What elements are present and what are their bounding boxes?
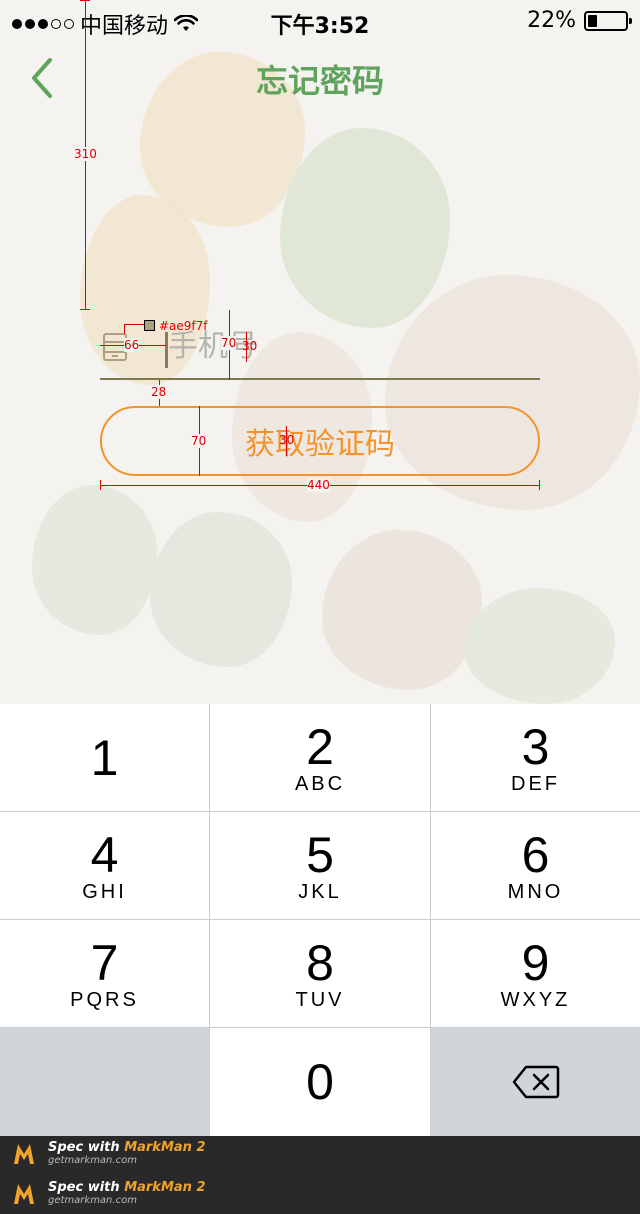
- markman-site: getmarkman.com: [48, 1155, 137, 1166]
- status-right: 22%: [527, 8, 632, 33]
- annotation-underline-gap: 28: [151, 385, 167, 399]
- delete-key[interactable]: [431, 1028, 640, 1136]
- annotation-button-height: 70: [191, 434, 207, 448]
- key-4[interactable]: 4 GHI: [0, 812, 209, 919]
- key-8[interactable]: 8 TUV: [210, 920, 430, 1027]
- markman-brand: MarkMan 2: [124, 1140, 206, 1155]
- annotation-text-size: 30: [242, 339, 258, 353]
- annotation-top-margin: 310: [74, 147, 97, 161]
- markman-badge: Spec with MarkMan 2 getmarkman.com: [12, 1140, 206, 1166]
- key-7[interactable]: 7 PQRS: [0, 920, 209, 1027]
- key-1[interactable]: 1: [0, 704, 209, 811]
- bg-blob: [150, 512, 292, 667]
- markman-brand: MarkMan 2: [124, 1180, 206, 1195]
- battery-percent: 22%: [527, 8, 576, 33]
- markman-logo-icon: [14, 1184, 34, 1204]
- bg-blob: [280, 128, 450, 328]
- key-3[interactable]: 3 DEF: [431, 704, 640, 811]
- bg-blob: [465, 588, 615, 704]
- key-0[interactable]: 0: [210, 1028, 430, 1136]
- nav-bar: 忘记密码: [0, 40, 640, 128]
- annotation-row-height: 70: [221, 336, 237, 350]
- key-2[interactable]: 2 ABC: [210, 704, 430, 811]
- battery-icon: [584, 10, 632, 31]
- status-bar: 中国移动 下午3:52 22%: [0, 0, 640, 40]
- markman-badge: Spec with MarkMan 2 getmarkman.com: [12, 1180, 206, 1206]
- markman-prefix: Spec with: [48, 1180, 125, 1195]
- markman-watermark: Spec with MarkMan 2 getmarkman.com Spec …: [0, 1136, 640, 1214]
- bg-blob: [32, 485, 157, 635]
- annotation-color-swatch: [144, 320, 155, 331]
- page-title: 忘记密码: [255, 62, 384, 100]
- key-9[interactable]: 9 WXYZ: [431, 920, 640, 1027]
- key-6[interactable]: 6 MNO: [431, 812, 640, 919]
- backspace-icon: [512, 1065, 559, 1099]
- markman-prefix: Spec with: [48, 1140, 125, 1155]
- text-cursor: [165, 332, 168, 368]
- annotation-color-code: #ae9f7f: [159, 319, 208, 333]
- markman-logo-icon: [14, 1144, 34, 1164]
- bg-blob: [322, 530, 482, 690]
- phone-underline: [100, 378, 540, 380]
- annotation-icon-gap: 66: [124, 338, 140, 352]
- get-code-button[interactable]: 获取验证码: [100, 406, 540, 476]
- annotation-button-text-size: 30: [279, 433, 295, 447]
- key-5[interactable]: 5 JKL: [210, 812, 430, 919]
- markman-site: getmarkman.com: [48, 1195, 137, 1206]
- numeric-keypad: 1 2 ABC 3 DEF 4 GHI 5 JKL 6 MNO 7 PQRS 8 TUV 9W…: [0, 704, 640, 1136]
- key-blank: [0, 1028, 209, 1136]
- annotation-button-width: 440: [307, 478, 330, 492]
